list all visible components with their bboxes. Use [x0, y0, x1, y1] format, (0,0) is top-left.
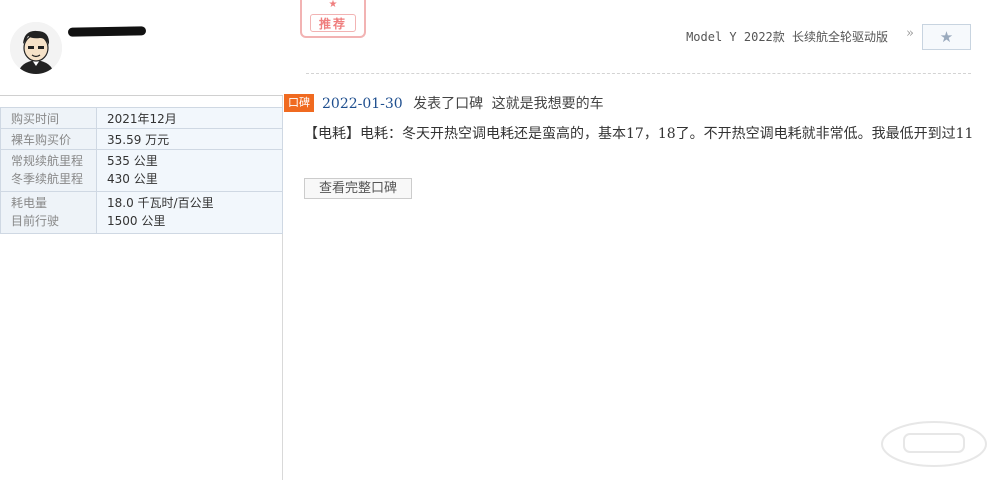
avatar-cartoon-icon — [10, 22, 62, 74]
username-text: ████ — [67, 26, 147, 37]
username-redacted[interactable]: ████ — [67, 24, 148, 38]
info-row-purchase-date: 购买时间 2021年12月 — [0, 107, 283, 129]
info-key: 购买时间 — [0, 107, 97, 129]
recommend-stamp: ★ 推荐 — [300, 0, 366, 38]
info-value: 18.0 千瓦时/百公里 1500 公里 — [96, 191, 283, 234]
watermark-logo-icon — [881, 421, 987, 467]
info-value: 535 公里 430 公里 — [96, 149, 283, 192]
recommend-stamp-text: 推荐 — [310, 14, 356, 32]
divider — [306, 73, 971, 74]
favorite-button[interactable]: ★ — [922, 24, 971, 50]
info-row-consumption: 耗电量 目前行驶 18.0 千瓦时/百公里 1500 公里 — [0, 191, 283, 234]
content-category: 【电耗】 — [304, 126, 360, 142]
purchase-info-table: 购买时间 2021年12月 裸车购买价 35.59 万元 常规续航里程 冬季续航… — [0, 107, 283, 234]
info-row-price: 裸车购买价 35.59 万元 — [0, 128, 283, 150]
content-text: 电耗：冬天开热空调电耗还是蛮高的，基本17，18了。不开热空调电耗就非常低。我最… — [360, 126, 974, 142]
star-icon: ★ — [939, 28, 954, 46]
user-card: ████ — [0, 0, 283, 96]
avatar[interactable] — [10, 22, 62, 74]
info-key: 耗电量 目前行驶 — [0, 191, 97, 234]
koubei-tag: 口碑 — [284, 94, 314, 112]
post-header: 2022-01-30 发表了口碑 这就是我想要的车 — [322, 93, 604, 113]
star-icon: ★ — [328, 0, 338, 10]
review-panel: ★ 推荐 Model Y 2022款 长续航全轮驱动版 » ★ 口碑 2022-… — [284, 0, 1000, 480]
info-key: 常规续航里程 冬季续航里程 — [0, 149, 97, 192]
double-chevron-right-icon[interactable]: » — [906, 26, 914, 41]
info-key: 裸车购买价 — [0, 128, 97, 150]
view-full-review-button[interactable]: 查看完整口碑 — [304, 178, 412, 199]
post-title[interactable]: 这就是我想要的车 — [492, 96, 604, 112]
review-content: 【电耗】电耗：冬天开热空调电耗还是蛮高的，基本17，18了。不开热空调电耗就非常… — [304, 121, 976, 147]
info-row-range: 常规续航里程 冬季续航里程 535 公里 430 公里 — [0, 149, 283, 192]
info-value: 2021年12月 — [96, 107, 283, 129]
model-link[interactable]: Model Y 2022款 长续航全轮驱动版 — [686, 28, 888, 45]
info-value: 35.59 万元 — [96, 128, 283, 150]
post-date[interactable]: 2022-01-30 — [322, 96, 403, 112]
post-action: 发表了口碑 — [413, 96, 484, 112]
left-panel: ████ 购买时间 2021年12月 裸车购买价 35.59 万元 常规续航里程… — [0, 0, 283, 480]
